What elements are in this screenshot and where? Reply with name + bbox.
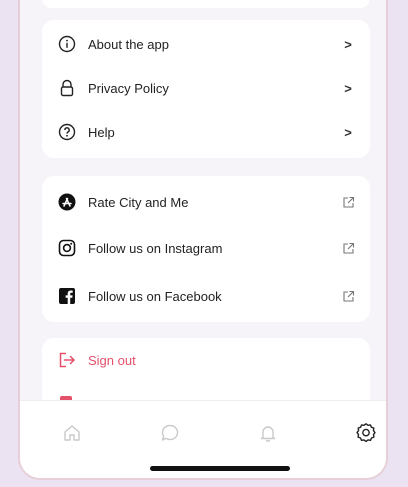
- bell-icon: [260, 426, 276, 442]
- instagram-icon: [56, 237, 78, 259]
- menu-item-help[interactable]: Help >: [56, 112, 356, 152]
- social-menu-card: Rate City and Me Follow us on Instagram: [42, 176, 370, 322]
- bottom-tab-bar: [20, 400, 386, 478]
- facebook-icon: [56, 285, 78, 307]
- menu-item-privacy-policy[interactable]: Privacy Policy >: [56, 68, 356, 108]
- menu-item-facebook-label: Follow us on Facebook: [88, 288, 222, 304]
- app-store-icon: [56, 191, 78, 213]
- tab-settings[interactable]: [352, 419, 380, 447]
- external-link-icon: [340, 194, 356, 210]
- info-menu-card: About the app > Privacy Policy > Help >: [42, 20, 370, 158]
- menu-item-instagram-label: Follow us on Instagram: [88, 240, 223, 256]
- lock-icon: [56, 77, 78, 99]
- menu-item-rate-label: Rate City and Me: [88, 194, 189, 210]
- menu-item-rate-app[interactable]: Rate City and Me: [56, 182, 356, 222]
- help-icon: [56, 121, 78, 143]
- home-indicator: [150, 466, 290, 471]
- menu-item-about-label: About the app: [88, 36, 169, 52]
- chat-icon: [161, 424, 179, 441]
- external-link-icon: [340, 240, 356, 256]
- menu-item-privacy-label: Privacy Policy: [88, 80, 169, 96]
- menu-item-sign-out-label: Sign out: [88, 352, 136, 368]
- phone-screen: About the app > Privacy Policy > Help > …: [18, 0, 388, 480]
- menu-item-sign-out[interactable]: Sign out: [56, 340, 356, 380]
- sign-out-icon: [56, 349, 78, 371]
- external-link-icon: [340, 288, 356, 304]
- card-partial-top: [42, 0, 370, 8]
- tab-home[interactable]: [58, 419, 86, 447]
- menu-item-help-label: Help: [88, 124, 115, 140]
- home-icon: [64, 425, 80, 441]
- chevron-right-icon: >: [344, 124, 352, 140]
- tab-notifications[interactable]: [254, 419, 282, 447]
- menu-item-about[interactable]: About the app >: [56, 24, 356, 64]
- chevron-right-icon: >: [344, 80, 352, 96]
- chevron-right-icon: >: [344, 36, 352, 52]
- menu-item-instagram[interactable]: Follow us on Instagram: [56, 228, 356, 268]
- gear-icon: [356, 423, 376, 443]
- menu-item-facebook[interactable]: Follow us on Facebook: [56, 276, 356, 316]
- tab-chat[interactable]: [156, 419, 184, 447]
- info-icon: [56, 33, 78, 55]
